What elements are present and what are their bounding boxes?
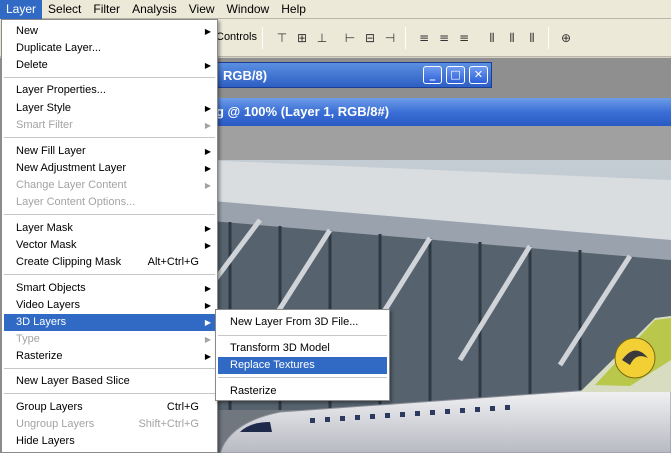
menu-item-group-layers[interactable]: Group Layers Ctrl+G (4, 399, 215, 416)
minimize-icon[interactable]: _ (423, 66, 442, 84)
menu-item-delete[interactable]: Delete ▶ (4, 57, 215, 74)
menu-item-layer-mask[interactable]: Layer Mask ▶ (4, 220, 215, 237)
menu-item-smart-objects[interactable]: Smart Objects ▶ (4, 280, 215, 297)
align-vcenter-icon[interactable]: ⊞ (294, 30, 310, 46)
submenu-arrow-icon: ▶ (204, 164, 211, 173)
airport-photo (200, 160, 671, 453)
menu-analysis[interactable]: Analysis (126, 0, 183, 19)
back-document-title: RGB/8) (223, 68, 268, 83)
align-left-icon[interactable]: ⊢ (342, 30, 358, 46)
menu-divider (4, 214, 215, 215)
submenu-arrow-icon: ▶ (204, 352, 211, 361)
menu-divider (4, 368, 215, 369)
document-title: g @ 100% (Layer 1, RGB/8#) (216, 104, 390, 119)
submenu-arrow-icon: ▶ (204, 301, 211, 310)
distribute-left-icon[interactable]: ⫴ (484, 30, 500, 46)
menu-item-3d-layers[interactable]: 3D Layers ▶ (4, 314, 215, 331)
submenu-item-replace-textures[interactable]: Replace Textures (218, 357, 387, 374)
maximize-icon[interactable]: □ (446, 66, 465, 84)
back-document-window[interactable]: RGB/8) _ □ ✕ (200, 62, 492, 88)
submenu-arrow-icon: ▶ (204, 121, 211, 130)
align-bottom-icon[interactable]: ⊥ (314, 30, 330, 46)
distribute-bottom-icon[interactable]: ≡ (456, 30, 472, 46)
toolbar-separator (262, 27, 263, 49)
shortcut-label: Alt+Ctrl+G (147, 256, 199, 268)
menu-view[interactable]: View (183, 0, 221, 19)
menu-layer[interactable]: Layer (0, 0, 43, 19)
3d-layers-submenu: New Layer From 3D File... Transform 3D M… (215, 309, 390, 401)
toolbar-separator (548, 27, 549, 49)
document-info-band (200, 126, 671, 160)
menu-divider (4, 137, 215, 138)
auto-align-icon[interactable]: ⊕ (558, 30, 574, 46)
submenu-item-transform-3d-model[interactable]: Transform 3D Model (218, 340, 387, 357)
menu-item-duplicate-layer[interactable]: Duplicate Layer... (4, 40, 215, 57)
menu-divider (4, 77, 215, 78)
menubar: Layer Select Filter Analysis View Window… (0, 0, 671, 19)
distribute-vcenter-icon[interactable]: ≡ (436, 30, 452, 46)
submenu-arrow-icon: ▶ (204, 181, 211, 190)
menu-divider (218, 335, 387, 336)
submenu-arrow-icon: ▶ (204, 61, 211, 70)
distribute-top-icon[interactable]: ≡ (416, 30, 432, 46)
distribute-hcenter-icon[interactable]: ⫴ (504, 30, 520, 46)
submenu-arrow-icon: ▶ (204, 147, 211, 156)
align-top-icon[interactable]: ⊤ (274, 30, 290, 46)
menu-help[interactable]: Help (275, 0, 312, 19)
menu-filter[interactable]: Filter (87, 0, 126, 19)
toolbar-separator (405, 27, 406, 49)
document-canvas[interactable] (200, 160, 671, 453)
submenu-arrow-icon: ▶ (204, 104, 211, 113)
menu-divider (218, 377, 387, 378)
document-titlebar[interactable]: g @ 100% (Layer 1, RGB/8#) (200, 98, 671, 126)
menu-item-type: Type ▶ (4, 331, 215, 348)
transform-controls-label[interactable]: Controls (216, 31, 257, 43)
distribute-right-icon[interactable]: ⫴ (524, 30, 540, 46)
submenu-item-new-layer-from-3d-file[interactable]: New Layer From 3D File... (218, 314, 387, 331)
menu-item-new-fill-layer[interactable]: New Fill Layer ▶ (4, 143, 215, 160)
submenu-arrow-icon: ▶ (204, 224, 211, 233)
shortcut-label: Shift+Ctrl+G (138, 418, 199, 430)
layer-menu: New ▶ Duplicate Layer... Delete ▶ Layer Pr… (1, 19, 218, 453)
submenu-arrow-icon: ▶ (204, 284, 211, 293)
menu-divider (4, 393, 215, 394)
menu-select[interactable]: Select (42, 0, 87, 19)
shortcut-label: Ctrl+G (166, 401, 199, 413)
close-icon[interactable]: ✕ (469, 66, 488, 84)
menu-item-rasterize[interactable]: Rasterize ▶ (4, 348, 215, 365)
submenu-arrow-icon: ▶ (204, 241, 211, 250)
menu-item-video-layers[interactable]: Video Layers ▶ (4, 297, 215, 314)
submenu-arrow-icon: ▶ (204, 335, 211, 344)
menu-item-new[interactable]: New ▶ (4, 23, 215, 40)
align-hcenter-icon[interactable]: ⊟ (362, 30, 378, 46)
menu-item-new-layer-based-slice[interactable]: New Layer Based Slice (4, 373, 215, 390)
align-right-icon[interactable]: ⊣ (382, 30, 398, 46)
menu-item-new-adjustment-layer[interactable]: New Adjustment Layer ▶ (4, 160, 215, 177)
menu-item-hide-layers[interactable]: Hide Layers (4, 433, 215, 450)
menu-item-layer-properties[interactable]: Layer Properties... (4, 82, 215, 99)
menu-item-change-layer-content: Change Layer Content ▶ (4, 177, 215, 194)
menu-item-vector-mask[interactable]: Vector Mask ▶ (4, 237, 215, 254)
submenu-item-rasterize[interactable]: Rasterize (218, 383, 387, 400)
menu-item-create-clipping-mask[interactable]: Create Clipping Mask Alt+Ctrl+G (4, 254, 215, 271)
menu-item-ungroup-layers: Ungroup Layers Shift+Ctrl+G (4, 416, 215, 433)
menu-item-layer-style[interactable]: Layer Style ▶ (4, 100, 215, 117)
menu-window[interactable]: Window (221, 0, 276, 19)
menu-item-layer-content-options: Layer Content Options... (16, 196, 136, 208)
submenu-arrow-icon: ▶ (204, 318, 211, 327)
menu-item-smart-filter: Smart Filter ▶ (4, 117, 215, 134)
submenu-arrow-icon: ▶ (204, 27, 211, 36)
menu-divider (4, 274, 215, 275)
